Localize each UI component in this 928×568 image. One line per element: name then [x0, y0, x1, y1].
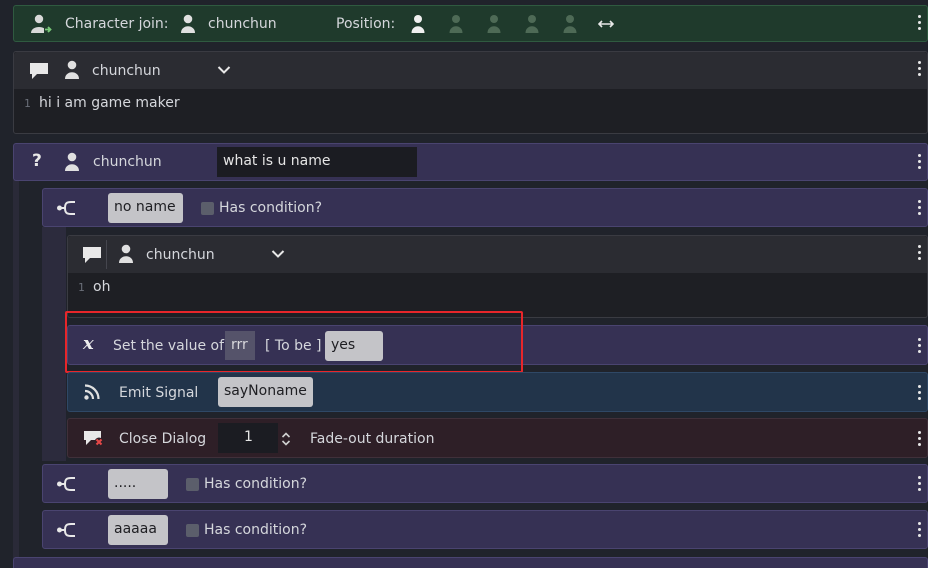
choice-event[interactable]: aaaaa Has condition?	[42, 510, 928, 549]
menu-kebab-icon[interactable]	[918, 245, 922, 263]
question-input[interactable]: what is u name	[217, 147, 417, 177]
icon-divider	[106, 240, 107, 269]
speech-bubble-icon	[83, 247, 101, 263]
choice-branch-icon	[57, 201, 75, 215]
close-dialog-icon	[84, 431, 104, 447]
has-condition-checkbox[interactable]	[186, 524, 199, 537]
spinbox-arrows-icon[interactable]	[281, 431, 291, 447]
position-5-icon[interactable]	[563, 14, 577, 34]
text-event[interactable]: chunchun 1 oh	[67, 235, 928, 318]
character-icon	[65, 152, 79, 171]
text-editor[interactable]: oh	[93, 279, 110, 295]
character-name[interactable]: chunchun	[208, 16, 277, 32]
character-icon	[181, 14, 195, 33]
menu-kebab-icon[interactable]	[918, 200, 922, 218]
signal-icon	[84, 384, 100, 400]
text-event[interactable]: chunchun 1 hi i am game maker	[13, 51, 928, 134]
position-4-icon[interactable]	[525, 14, 539, 34]
close-dialog-event[interactable]: Close Dialog 1 Fade-out duration	[67, 418, 928, 458]
chevron-down-icon[interactable]	[217, 65, 231, 75]
chevron-down-icon[interactable]	[271, 249, 285, 259]
choice-text-input[interactable]: aaaaa	[108, 515, 168, 545]
text-editor[interactable]: hi i am game maker	[39, 95, 180, 111]
line-number: 1	[24, 97, 31, 110]
branch-rail	[42, 227, 66, 461]
character-name[interactable]: chunchun	[93, 154, 162, 170]
highlight-box	[65, 311, 523, 373]
position-2-icon[interactable]	[449, 14, 463, 34]
menu-kebab-icon[interactable]	[918, 15, 922, 33]
choice-event[interactable]: ..... Has condition?	[42, 464, 928, 503]
tree-rail	[13, 180, 19, 568]
menu-kebab-icon[interactable]	[918, 385, 922, 403]
character-join-label: Character join:	[65, 16, 169, 32]
emit-signal-label: Emit Signal	[119, 385, 199, 401]
fade-out-duration-label: Fade-out duration	[310, 431, 435, 447]
close-dialog-label: Close Dialog	[119, 431, 207, 447]
character-join-event[interactable]: Character join: chunchun Position:	[13, 5, 928, 42]
character-icon	[119, 244, 133, 263]
speech-bubble-icon	[30, 63, 48, 79]
choice-event[interactable]: no name Has condition?	[42, 188, 928, 227]
choice-text-input[interactable]: no name	[108, 193, 183, 223]
question-icon: ?	[32, 151, 42, 171]
character-name[interactable]: chunchun	[146, 247, 215, 263]
menu-kebab-icon[interactable]	[918, 154, 922, 172]
has-condition-label: Has condition?	[219, 200, 323, 216]
partial-event[interactable]	[13, 557, 928, 568]
menu-kebab-icon[interactable]	[918, 61, 922, 79]
emit-signal-event[interactable]: Emit Signal sayNoname	[67, 372, 928, 412]
menu-kebab-icon[interactable]	[918, 522, 922, 540]
menu-kebab-icon[interactable]	[918, 476, 922, 494]
has-condition-label: Has condition?	[204, 522, 308, 538]
choice-branch-icon	[57, 477, 75, 491]
signal-name-input[interactable]: sayNoname	[218, 377, 313, 407]
mirror-arrows-icon[interactable]	[598, 18, 614, 30]
question-event[interactable]: ? chunchun what is u name	[13, 143, 928, 181]
position-1-icon[interactable]	[411, 14, 425, 34]
position-3-icon[interactable]	[487, 14, 501, 34]
has-condition-checkbox[interactable]	[186, 478, 199, 491]
character-icon	[65, 60, 79, 79]
menu-kebab-icon[interactable]	[918, 338, 922, 356]
duration-spinbox[interactable]: 1	[218, 423, 278, 453]
has-condition-label: Has condition?	[204, 476, 308, 492]
menu-kebab-icon[interactable]	[918, 431, 922, 449]
position-label: Position:	[336, 16, 396, 32]
choice-text-input[interactable]: .....	[108, 469, 168, 499]
has-condition-checkbox[interactable]	[201, 202, 214, 215]
line-number: 1	[78, 281, 85, 294]
character-join-icon	[31, 14, 52, 33]
character-name[interactable]: chunchun	[92, 63, 161, 79]
choice-branch-icon	[57, 523, 75, 537]
